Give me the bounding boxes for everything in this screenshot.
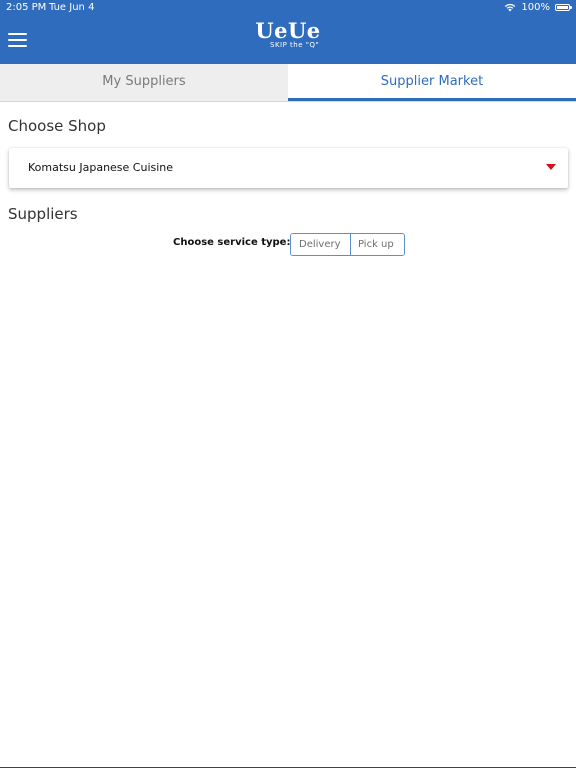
status-time: 2:05 PM <box>6 2 47 13</box>
choose-shop-heading: Choose Shop <box>8 117 106 135</box>
selected-shop: Komatsu Japanese Cuisine <box>28 161 174 174</box>
tab-bar: My Suppliers Supplier Market <box>0 64 576 102</box>
logo-text: UeUe <box>255 18 321 43</box>
logo-tagline: SKIP the "Q" <box>270 41 320 49</box>
shop-dropdown[interactable]: Komatsu Japanese Cuisine <box>9 148 568 188</box>
wifi-icon <box>505 3 516 12</box>
tab-supplier-market[interactable]: Supplier Market <box>288 64 576 101</box>
app-logo: UeUe SKIP the "Q" <box>0 18 576 50</box>
service-type-label: Choose service type: <box>173 237 291 248</box>
triangle-down-icon <box>546 164 556 170</box>
pickup-option[interactable]: Pick up <box>350 234 404 255</box>
delivery-option[interactable]: Delivery <box>291 234 350 255</box>
nav-bar: UeUe SKIP the "Q" <box>0 16 576 64</box>
battery-percent: 100% <box>521 2 550 13</box>
tab-my-suppliers[interactable]: My Suppliers <box>0 64 288 101</box>
battery-icon <box>555 4 572 11</box>
suppliers-heading: Suppliers <box>8 205 78 223</box>
status-date: Tue Jun 4 <box>49 2 95 13</box>
service-type-selector: Delivery Pick up <box>290 233 405 256</box>
status-right: 100% <box>504 2 572 13</box>
status-bar: 2:05 PM Tue Jun 4 100% <box>0 0 576 16</box>
